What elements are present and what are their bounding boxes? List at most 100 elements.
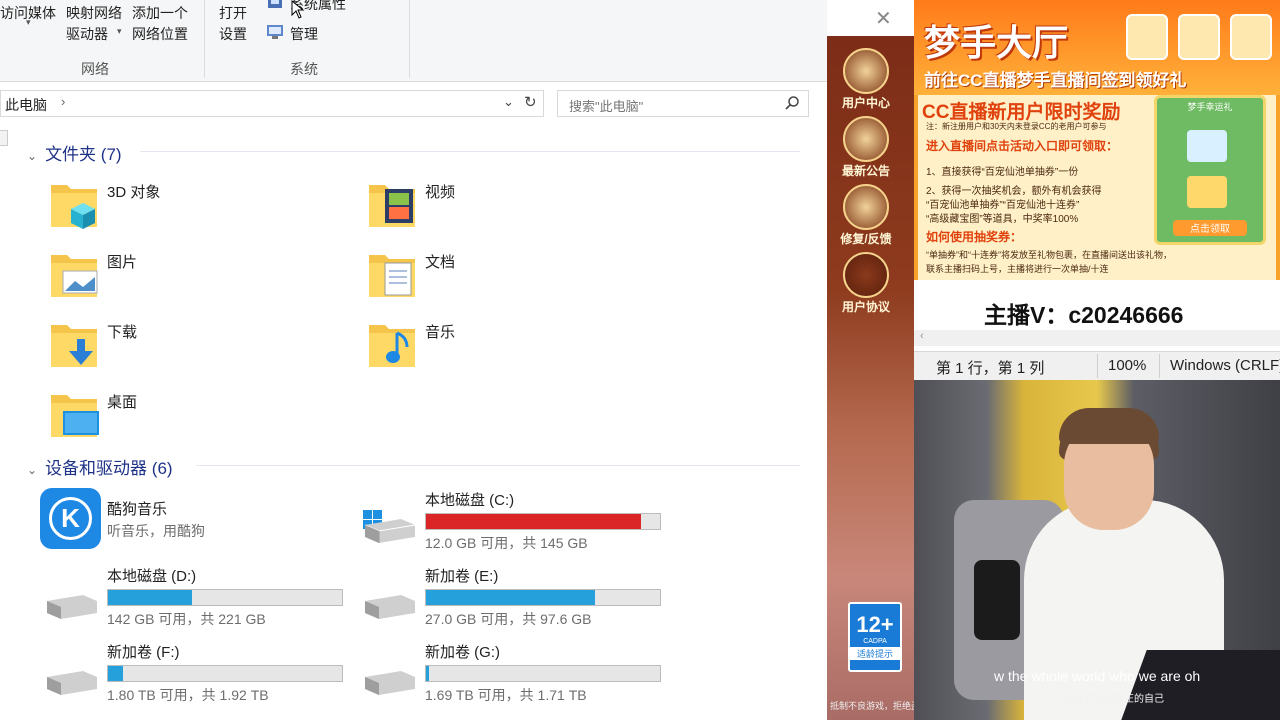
add-network-location-label-2[interactable]: 网络位置 [132, 24, 188, 44]
status-separator [1159, 354, 1160, 378]
device-name: 酷狗音乐 [107, 501, 168, 518]
chevron-down-icon[interactable]: ⌄ [27, 463, 37, 477]
drive-usage-fill [426, 514, 641, 529]
stream-subtitle-cn: 向世界展现真正的自己 [1064, 694, 1164, 705]
drive-usage-fill [108, 666, 123, 681]
notepad-content[interactable]: 主播V：c20246666 [984, 296, 1183, 330]
folder-label: 桌面 [107, 394, 138, 411]
banner-enter: 进入直播间点击活动入口即可领取： [926, 139, 1119, 153]
refresh-icon: ↻ [524, 94, 537, 111]
kugou-logo-icon: K [40, 488, 101, 549]
map-drive-label-1[interactable]: 映射网络 [66, 3, 122, 23]
banner-line: 联系主播扫码上号，主播将进行一次单抽/十连 [926, 264, 1109, 274]
drive-name: 本地磁盘 (D:) [107, 568, 197, 585]
status-separator [1097, 354, 1098, 378]
sidebar-item-repair-feedback[interactable]: 修复/反馈 [836, 184, 896, 247]
drive-usage-fill [426, 666, 429, 681]
drive-d[interactable]: 本地磁盘 (D:) 142 GB 可用，共 221 GB [41, 565, 361, 629]
open-settings-button[interactable]: 打开 [219, 3, 247, 23]
user-center-icon [843, 48, 889, 94]
search-input[interactable]: 搜索"此电脑" [569, 96, 643, 115]
pictures-folder-icon [51, 255, 98, 297]
folder-pictures[interactable]: 图片 [49, 249, 349, 309]
promo-banner[interactable]: 梦手大厅 前往CC直播梦手直播间签到领好礼 CC直播新用户限时奖励 注：新注册用… [914, 0, 1280, 280]
folders-section-title: 文件夹 (7) [45, 145, 122, 164]
phone-thumbnail [1230, 14, 1272, 60]
drive-name: 新加卷 (E:) [425, 568, 499, 585]
search-icon[interactable] [784, 95, 800, 111]
address-path[interactable]: 此电脑 [5, 95, 47, 115]
sidebar-item-label: 用户中心 [841, 96, 890, 110]
settings-button[interactable]: 设置 [219, 24, 247, 44]
manage-button[interactable]: 管理 [290, 24, 318, 44]
drive-c[interactable]: 本地磁盘 (C:) 12.0 GB 可用，共 145 GB [359, 489, 679, 553]
streamer-webcam: w the whole world who we are oh 向世界展现真正的… [914, 380, 1280, 720]
search-box[interactable]: 搜索"此电脑" [557, 90, 809, 117]
notepad-status-bar: 第 1 行，第 1 列 100% Windows (CRLF) [914, 351, 1280, 380]
sidebar-item-announcements[interactable]: 最新公告 [836, 116, 896, 179]
system-properties-icon [266, 0, 286, 10]
drive-space-info: 142 GB 可用，共 221 GB [107, 611, 266, 627]
banner-line: 2、获得一次抽奖机会，额外有机会获得 [926, 186, 1102, 197]
close-icon[interactable]: ✕ [875, 6, 892, 31]
lucky-gift-card[interactable]: 梦手幸运礼 点击领取 [1154, 95, 1266, 245]
folder-3d-objects[interactable]: 3D 对象 [49, 179, 349, 239]
address-bar[interactable]: 此电脑 › ⌄ [0, 90, 544, 117]
banner-note: 注：新注册用户和30天内未登录CC的老用户可参与 [926, 122, 1107, 131]
sidebar-item-user-agreement[interactable]: 用户协议 [836, 252, 896, 315]
folder-documents[interactable]: 文档 [367, 249, 667, 309]
drive-space-info: 1.69 TB 可用，共 1.71 TB [425, 687, 587, 703]
claim-button[interactable]: 点击领取 [1173, 220, 1247, 236]
drive-name: 新加卷 (F:) [107, 644, 180, 661]
notepad-window: 主播V：c20246666 ‹ 第 1 行，第 1 列 100% Windows… [914, 280, 1280, 380]
folder-music[interactable]: 音乐 [367, 319, 667, 379]
drive-usage-bar [425, 665, 661, 682]
folder-desktop[interactable]: 桌面 [49, 389, 349, 449]
documents-folder-icon [369, 255, 415, 297]
horizontal-scrollbar[interactable]: ‹ [914, 330, 1280, 346]
ribbon: 访问媒体 ▾ 映射网络 驱动器 ▾ 添加一个 网络位置 打开 设置 系统属性 管… [0, 0, 827, 82]
drive-f[interactable]: 新加卷 (F:) 1.80 TB 可用，共 1.92 TB [41, 641, 361, 705]
status-cursor-position: 第 1 行，第 1 列 [936, 360, 1045, 377]
devices-section-header[interactable]: ⌄ 设备和驱动器 (6) [27, 454, 173, 479]
drive-usage-bar [425, 589, 661, 606]
agreement-icon [843, 252, 889, 298]
banner-title: 梦手大厅 [924, 23, 1069, 64]
downloads-folder-icon [51, 325, 97, 367]
map-drive-label-2[interactable]: 驱动器 [66, 24, 108, 44]
kugou-logo-letter: K [49, 497, 92, 540]
stream-subtitle-en: w the whole world who we are oh [994, 668, 1201, 684]
manage-icon [266, 24, 286, 40]
folder-videos[interactable]: 视频 [367, 179, 667, 239]
chevron-down-icon[interactable]: ⌄ [503, 94, 514, 110]
drive-usage-fill [108, 590, 192, 605]
cadpa-age-rating-badge: 12+ CADPA 适龄提示 [848, 602, 902, 672]
scroll-left-icon[interactable]: ‹ [920, 330, 924, 342]
chevron-right-icon[interactable]: › [61, 94, 65, 109]
drive-usage-fill [426, 590, 596, 605]
banner-line: “百宠仙池单抽券”“百宠仙池十连券” [926, 200, 1080, 211]
hard-drive-icon [364, 519, 416, 543]
chevron-down-icon[interactable]: ⌄ [27, 149, 37, 163]
folder-label: 3D 对象 [107, 184, 161, 201]
status-zoom: 100% [1108, 357, 1147, 374]
sidebar-item-user-center[interactable]: 用户中心 [836, 48, 896, 111]
folder-downloads[interactable]: 下载 [49, 319, 349, 379]
drive-usage-bar [425, 513, 661, 530]
desktop-folder-icon [51, 395, 99, 437]
drive-space-info: 27.0 GB 可用，共 97.6 GB [425, 611, 592, 627]
add-network-location-label-1[interactable]: 添加一个 [132, 3, 188, 23]
age-rating: 12+ [856, 612, 894, 637]
sidebar-item-label: 最新公告 [841, 164, 890, 178]
kugou-music-device[interactable]: K 酷狗音乐 听音乐，用酷狗 [40, 488, 340, 550]
banner-heading: CC直播新用户限时奖励 [922, 102, 1121, 123]
file-explorer-window: 访问媒体 ▾ 映射网络 驱动器 ▾ 添加一个 网络位置 打开 设置 系统属性 管… [0, 0, 827, 720]
drive-usage-bar [107, 589, 343, 606]
banner-subtitle: 前往CC直播梦手直播间签到领好礼 [924, 71, 1187, 90]
microphone-icon [974, 560, 1020, 640]
status-line-ending: Windows (CRLF) [1170, 357, 1280, 374]
drive-e[interactable]: 新加卷 (E:) 27.0 GB 可用，共 97.6 GB [359, 565, 679, 629]
folders-section-header[interactable]: ⌄ 文件夹 (7) [27, 140, 122, 165]
refresh-button[interactable]: ↻ [520, 90, 544, 117]
drive-g[interactable]: 新加卷 (G:) 1.69 TB 可用，共 1.71 TB [359, 641, 679, 705]
